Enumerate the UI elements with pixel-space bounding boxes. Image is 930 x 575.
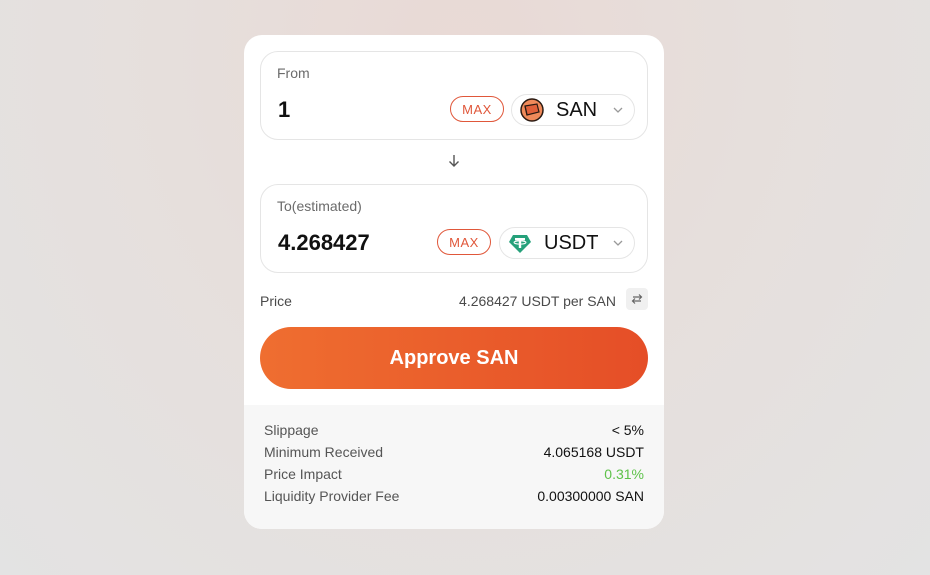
arrow-down-icon[interactable]	[447, 153, 461, 169]
tether-usdt-icon	[508, 231, 532, 255]
slippage-label: Slippage	[264, 422, 319, 438]
to-max-button[interactable]: MAX	[437, 229, 491, 255]
from-label: From	[277, 65, 310, 81]
slippage-value: < 5%	[611, 422, 644, 438]
lp-fee-value: 0.00300000 SAN	[537, 488, 644, 504]
from-amount-input[interactable]: 1	[278, 97, 290, 123]
chevron-down-icon	[613, 240, 623, 246]
price-impact-value: 0.31%	[604, 466, 644, 482]
swap-card: From 1 MAX SAN To(estimated) 4.268427 MA…	[244, 35, 664, 529]
to-panel: To(estimated) 4.268427 MAX USDT	[260, 184, 648, 273]
slippage-row: Slippage < 5%	[264, 422, 644, 440]
to-token-symbol: USDT	[544, 231, 599, 254]
price-impact-row: Price Impact 0.31%	[264, 466, 644, 484]
from-token-symbol: SAN	[556, 98, 598, 121]
price-impact-label: Price Impact	[264, 466, 342, 482]
minimum-received-label: Minimum Received	[264, 444, 384, 460]
price-row: Price 4.268427 USDT per SAN	[260, 287, 648, 313]
swap-arrows-icon	[631, 294, 643, 304]
minimum-received-value: 4.065168 USDT	[543, 444, 644, 460]
swap-details: Slippage < 5% Minimum Received 4.065168 …	[244, 405, 664, 529]
lp-fee-row: Liquidity Provider Fee 0.00300000 SAN	[264, 488, 644, 506]
san-token-icon	[520, 98, 544, 122]
minimum-received-row: Minimum Received 4.065168 USDT	[264, 444, 644, 462]
price-value: 4.268427 USDT per SAN	[459, 293, 616, 309]
chevron-down-icon	[613, 107, 623, 113]
invert-price-button[interactable]	[626, 288, 648, 310]
to-label: To(estimated)	[277, 198, 362, 214]
approve-button[interactable]: Approve SAN	[260, 327, 648, 389]
to-token-selector[interactable]: USDT	[499, 227, 635, 259]
from-token-selector[interactable]: SAN	[511, 94, 635, 126]
from-max-button[interactable]: MAX	[450, 96, 504, 122]
price-label: Price	[260, 293, 292, 309]
from-panel: From 1 MAX SAN	[260, 51, 648, 140]
to-amount-input[interactable]: 4.268427	[278, 230, 370, 256]
lp-fee-label: Liquidity Provider Fee	[264, 488, 400, 504]
